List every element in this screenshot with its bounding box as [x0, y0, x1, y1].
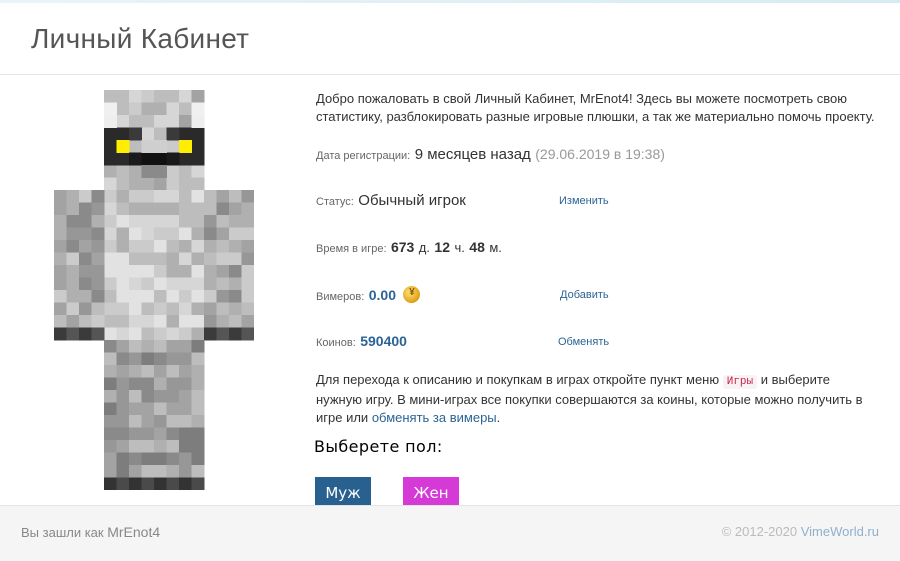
vimers-row: Вимеров: 0.00 ¥ Добавить [316, 286, 886, 308]
playtime-row: Время в игре: 673 д. 12 ч. 48 м. [316, 239, 886, 261]
gender-label: Выберете пол: [314, 437, 443, 456]
playtime-minutes-unit: м. [489, 240, 502, 255]
games-menu-item: Игры [722, 375, 758, 389]
playtime-minutes: 48 [469, 239, 485, 255]
exchange-vimers-link[interactable]: обменять за вимеры [372, 410, 497, 425]
coins-row: Коинов: 590400 Обменять [316, 333, 886, 355]
vimers-label: Вимеров: [316, 291, 365, 303]
playtime-label: Время в игре: [316, 243, 387, 255]
exchange-coins-link[interactable]: Обменять [558, 336, 609, 348]
coins-label: Коинов: [316, 337, 356, 349]
copyright: © 2012-2020 VimeWorld.ru [722, 524, 879, 539]
welcome-text: Добро пожаловать в свой Личный Кабинет, … [316, 91, 875, 124]
status-value: Обычный игрок [358, 192, 466, 209]
playtime-days: 673 [390, 239, 415, 255]
info-text-end: . [496, 410, 501, 425]
registration-date: (29.06.2019 в 19:38) [535, 146, 665, 162]
page-footer: Вы зашли как MrEnot4 © 2012-2020 VimeWor… [0, 505, 900, 561]
vimers-value: 0.00 [368, 287, 396, 303]
logged-in-as: Вы зашли как MrEnot4 [21, 524, 160, 540]
change-status-link[interactable]: Изменить [559, 195, 609, 207]
footer-username: MrEnot4 [107, 524, 161, 540]
player-skin-image [54, 90, 254, 490]
add-vimers-link[interactable]: Добавить [560, 289, 609, 301]
registration-row: Дата регистрации: 9 месяцев назад (29.06… [316, 146, 886, 168]
status-label: Статус: [316, 196, 354, 208]
registration-label: Дата регистрации: [316, 150, 411, 162]
male-button[interactable]: Муж [315, 477, 371, 508]
page-title: Личный Кабинет [31, 23, 250, 54]
copyright-years: © 2012-2020 [721, 524, 798, 539]
playtime-hours: 12 [434, 239, 450, 255]
info-text-part1: Для перехода к описанию и покупкам в игр… [316, 372, 720, 387]
logged-in-label: Вы зашли как [21, 525, 104, 540]
registration-relative: 9 месяцев назад [414, 146, 531, 163]
status-row: Статус: Обычный игрок Изменить [316, 192, 886, 214]
coin-icon: ¥ [403, 286, 421, 303]
page-header: Личный Кабинет [0, 3, 900, 75]
site-link[interactable]: VimeWorld.ru [801, 524, 879, 539]
coins-value: 590400 [360, 333, 407, 349]
playtime-hours-unit: ч. [454, 240, 465, 255]
info-text: Для перехода к описанию и покупкам в игр… [316, 371, 876, 427]
playtime-days-unit: д. [418, 240, 430, 255]
female-button[interactable]: Жен [403, 477, 459, 508]
